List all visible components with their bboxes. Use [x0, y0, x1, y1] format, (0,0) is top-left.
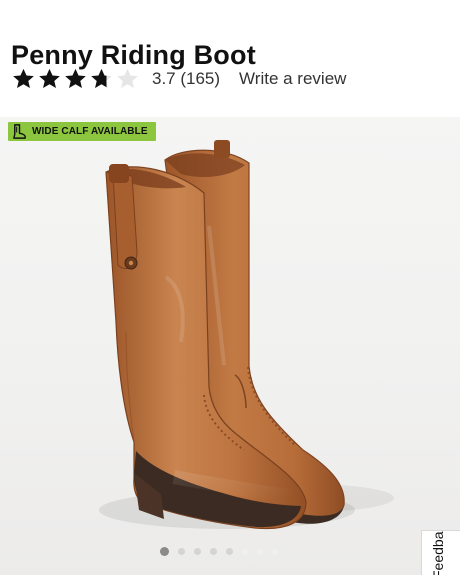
- star-icon: [39, 68, 60, 88]
- carousel-dot[interactable]: [242, 548, 248, 555]
- wide-calf-label: WIDE CALF AVAILABLE: [32, 126, 148, 137]
- feedback-label: Feedback: [430, 530, 446, 575]
- carousel-dots[interactable]: [160, 547, 278, 556]
- rating-summary[interactable]: 3.7 (165): [152, 69, 220, 89]
- star-icon: [65, 68, 86, 88]
- carousel-dot[interactable]: [160, 547, 169, 556]
- carousel-dot[interactable]: [272, 548, 278, 555]
- product-page: Penny Riding Boot 3.7 (165) Write a revi…: [0, 0, 460, 575]
- feedback-tab[interactable]: Feedback: [421, 530, 460, 575]
- carousel-dot[interactable]: [194, 548, 201, 555]
- star-icon: [13, 68, 34, 88]
- carousel-dot[interactable]: [226, 548, 233, 555]
- star-icon: [91, 68, 112, 88]
- product-image-gallery[interactable]: WIDE CALF AVAILABLE: [0, 117, 460, 575]
- penny-riding-boot-image[interactable]: [0, 117, 460, 575]
- carousel-dot[interactable]: [210, 548, 217, 555]
- star-icon: [117, 68, 138, 88]
- carousel-dot[interactable]: [257, 548, 263, 555]
- carousel-dot[interactable]: [178, 548, 185, 555]
- rating-row: 3.7 (165) Write a review: [11, 66, 346, 92]
- star-rating[interactable]: [11, 67, 140, 92]
- wide-calf-badge[interactable]: WIDE CALF AVAILABLE: [8, 122, 156, 141]
- write-review-link[interactable]: Write a review: [239, 69, 346, 89]
- boot-icon: [13, 124, 26, 139]
